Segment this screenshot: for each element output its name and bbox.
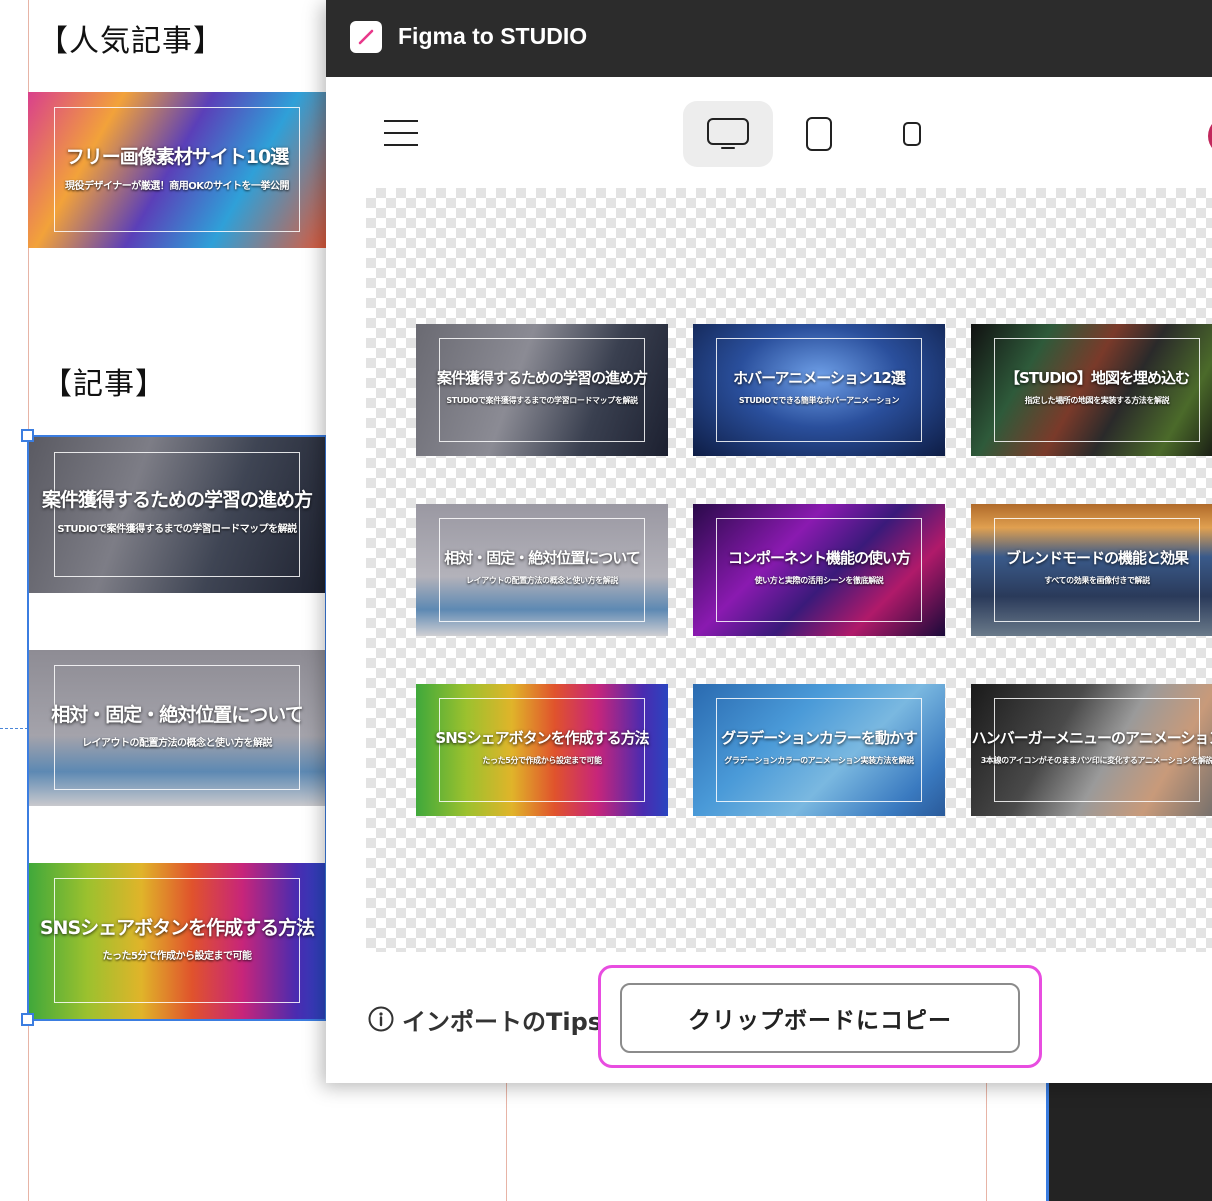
plugin-title: Figma to STUDIO <box>398 23 588 49</box>
preview-card-subtitle: STUDIOで案件獲得するまでの学習ロードマップを解説 <box>446 396 638 405</box>
preview-card-title: ブレンドモードの機能と効果 <box>1005 549 1189 567</box>
preview-card[interactable]: コンポーネント機能の使い方 使い方と実際の活用シーンを徹底解説 <box>693 504 945 636</box>
card-title: フリー画像素材サイト10選 <box>65 146 289 168</box>
card-subtitle: 現役デザイナーが厳選！商用OKのサイトを一挙公開 <box>64 181 290 192</box>
preview-card-subtitle: 3本線のアイコンがそのままバツ印に変化するアニメーションを解説 <box>980 756 1212 765</box>
info-icon <box>368 1006 394 1032</box>
preview-card-subtitle: たった5分で作成から設定まで可能 <box>482 756 602 765</box>
copy-to-clipboard-button[interactable]: クリップボードにコピー <box>620 983 1020 1053</box>
preview-card-title: 相対・固定・絶対位置について <box>444 549 641 567</box>
figma-to-studio-logo-icon <box>350 21 382 53</box>
preview-card[interactable]: グラデーションカラーを動かす グラデーションカラーのアニメーション実装方法を解説 <box>693 684 945 816</box>
preview-card-title: 【STUDIO】地図を埋め込む <box>1005 369 1190 387</box>
preview-card[interactable]: 相対・固定・絶対位置について レイアウトの配置方法の概念と使い方を解説 <box>416 504 668 636</box>
resize-handle-top-left[interactable] <box>21 429 34 442</box>
preview-card[interactable]: 【STUDIO】地図を埋め込む 指定した場所の地図を実装する方法を解説 <box>971 324 1212 456</box>
preview-card-title: 案件獲得するための学習の進め方 <box>436 369 648 387</box>
preview-card-title: コンポーネント機能の使い方 <box>727 549 911 567</box>
tablet-icon <box>806 117 832 151</box>
dark-frame-edge <box>1046 1083 1212 1201</box>
preview-card[interactable]: 案件獲得するための学習の進め方 STUDIOで案件獲得するまでの学習ロードマップ… <box>416 324 668 456</box>
import-tips-label: インポートのTips <box>402 1007 603 1036</box>
hamburger-menu-icon[interactable] <box>380 117 420 149</box>
tablet-view-button[interactable] <box>786 101 852 167</box>
desktop-icon <box>707 118 749 149</box>
preview-card[interactable]: ブレンドモードの機能と効果 すべての効果を画像付きで解説 <box>971 504 1212 636</box>
selection-frame[interactable] <box>27 435 327 1021</box>
preview-card-title: SNSシェアボタンを作成する方法 <box>435 729 649 747</box>
preview-card-title: ハンバーガーメニューのアニメーション <box>971 729 1212 747</box>
guide-dashed-line <box>0 728 28 729</box>
mobile-view-button[interactable] <box>879 101 945 167</box>
plugin-titlebar: Figma to STUDIO <box>326 0 1212 77</box>
preview-card[interactable]: ハンバーガーメニューのアニメーション 3本線のアイコンがそのままバツ印に変化する… <box>971 684 1212 816</box>
preview-card-title: グラデーションカラーを動かす <box>721 729 918 747</box>
popular-articles-heading: 【人気記事】 <box>38 24 224 59</box>
preview-area: 案件獲得するための学習の進め方 STUDIOで案件獲得するまでの学習ロードマップ… <box>366 188 1212 952</box>
plugin-window: Figma to STUDIO 案件獲得するための学習の進め方 STUDIOで案… <box>326 0 1212 1083</box>
resize-handle-bottom-left[interactable] <box>21 1013 34 1026</box>
preview-card-subtitle: グラデーションカラーのアニメーション実装方法を解説 <box>724 756 914 765</box>
preview-card-subtitle: 指定した場所の地図を実装する方法を解説 <box>1024 396 1170 405</box>
desktop-view-button[interactable] <box>683 101 773 167</box>
preview-card[interactable]: SNSシェアボタンを作成する方法 たった5分で作成から設定まで可能 <box>416 684 668 816</box>
preview-card-subtitle: STUDIOでできる簡単なホバーアニメーション <box>738 396 900 405</box>
preview-card-subtitle: レイアウトの配置方法の概念と使い方を解説 <box>466 576 618 585</box>
articles-heading: 【記事】 <box>42 367 166 402</box>
card-frame <box>54 107 300 232</box>
canvas-card-free-images[interactable]: フリー画像素材サイト10選 現役デザイナーが厳選！商用OKのサイトを一挙公開 <box>28 92 326 248</box>
device-toolbar <box>326 77 1212 187</box>
preview-card-subtitle: すべての効果を画像付きで解説 <box>1044 576 1150 585</box>
import-tips-link[interactable]: インポートのTips <box>368 1004 603 1036</box>
preview-card-subtitle: 使い方と実際の活用シーンを徹底解説 <box>754 576 884 585</box>
preview-card[interactable]: ホバーアニメーション12選 STUDIOでできる簡単なホバーアニメーション <box>693 324 945 456</box>
mobile-icon <box>903 122 921 146</box>
preview-card-title: ホバーアニメーション12選 <box>733 369 906 387</box>
